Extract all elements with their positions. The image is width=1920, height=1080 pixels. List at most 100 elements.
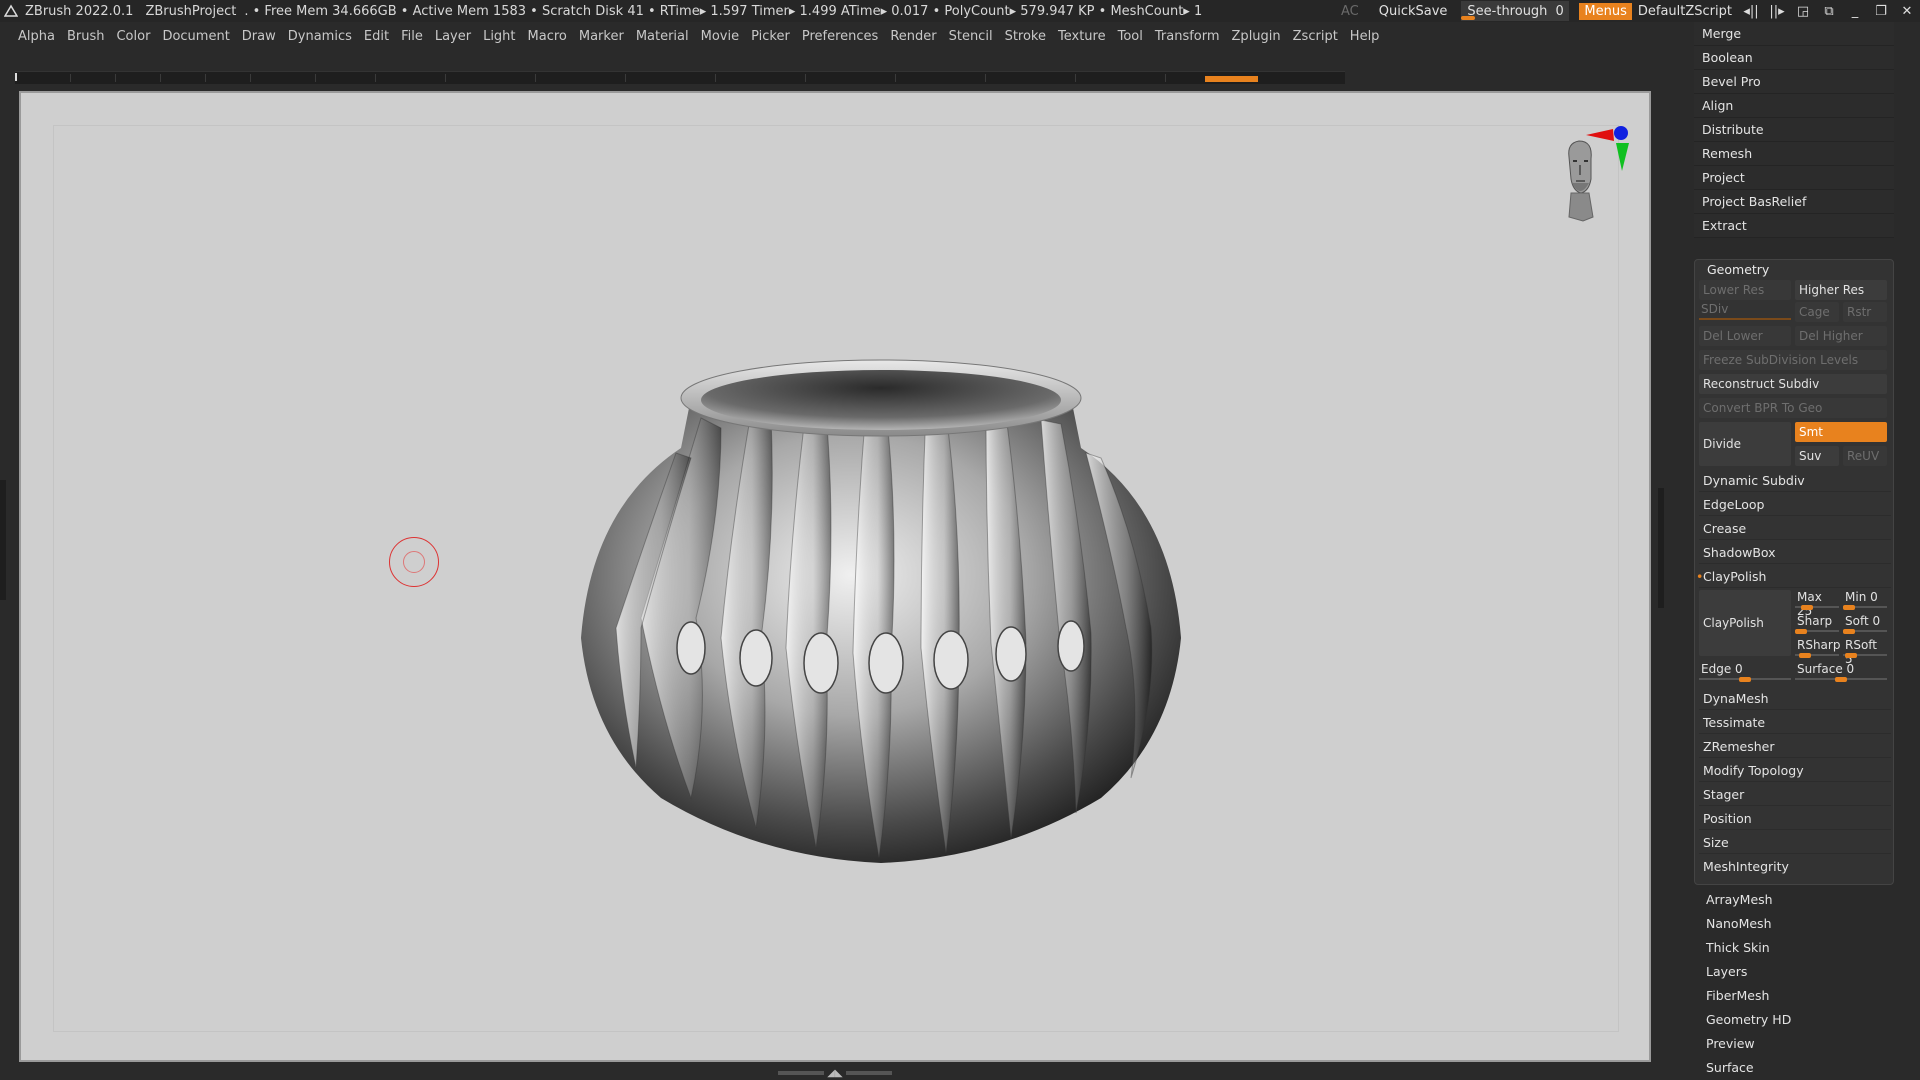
left-dock-handle[interactable] [0,480,6,600]
minimize-icon[interactable]: _ [1842,4,1868,19]
menu-alpha[interactable]: Alpha [18,29,55,44]
subpalette-distribute[interactable]: Distribute [1694,118,1894,142]
sculpted-vase-mesh[interactable] [581,358,1181,878]
min-slider[interactable]: Min 0 [1843,590,1887,610]
divide-button[interactable]: Divide [1699,422,1791,466]
edge-knob[interactable] [1739,677,1751,682]
sdiv-slider[interactable]: SDiv [1699,302,1791,322]
edgeloop-subpalette[interactable]: EdgeLoop [1699,494,1891,516]
soft-slider[interactable]: Soft 0 [1843,614,1887,634]
subpalette-bevel-pro[interactable]: Bevel Pro [1694,70,1894,94]
modify-topology-subpalette[interactable]: Modify Topology [1699,760,1891,782]
quicksave-button[interactable]: QuickSave [1379,4,1448,19]
menu-document[interactable]: Document [162,29,229,44]
menu-transform[interactable]: Transform [1155,29,1220,44]
meshintegrity-subpalette[interactable]: MeshIntegrity [1699,856,1891,878]
menu-marker[interactable]: Marker [579,29,624,44]
position-subpalette[interactable]: Position [1699,808,1891,830]
reconstruct-subdiv-button[interactable]: Reconstruct Subdiv [1699,374,1887,394]
subpalette-remesh[interactable]: Remesh [1694,142,1894,166]
min-knob[interactable] [1843,605,1855,610]
rstr-button[interactable]: Rstr [1843,302,1887,322]
undock-icon[interactable]: ◲ [1790,4,1816,19]
freeze-subdivision-levels-button[interactable]: Freeze SubDivision Levels [1699,350,1887,370]
subpalette-layers[interactable]: Layers [1698,960,1898,984]
head-navigator-icon[interactable] [1568,140,1594,222]
soft-knob[interactable] [1843,629,1855,634]
claypolish-subpalette[interactable]: ClayPolish [1696,566,1891,588]
geometry-title[interactable]: Geometry [1707,262,1769,277]
del-higher-button[interactable]: Del Higher [1795,326,1887,346]
menu-draw[interactable]: Draw [242,29,276,44]
menu-preferences[interactable]: Preferences [802,29,878,44]
dynamesh-subpalette[interactable]: DynaMesh [1699,688,1891,710]
subpalette-thick-skin[interactable]: Thick Skin [1698,936,1898,960]
menu-layer[interactable]: Layer [435,29,471,44]
subpalette-geometry-hd[interactable]: Geometry HD [1698,1008,1898,1032]
subpalette-project[interactable]: Project [1694,166,1894,190]
layout-prev-icon[interactable]: ◂|| [1738,4,1764,19]
menu-dynamics[interactable]: Dynamics [288,29,352,44]
menu-stroke[interactable]: Stroke [1005,29,1046,44]
palette-icon[interactable]: ⧉ [1816,4,1842,19]
default-zscript-button[interactable]: DefaultZScript [1638,4,1732,19]
right-dock-handle[interactable] [1658,488,1664,608]
canvas-viewport[interactable] [19,91,1651,1062]
menu-help[interactable]: Help [1350,29,1380,44]
sharp-slider[interactable]: Sharp [1795,614,1839,634]
navigation-gizmo[interactable] [1521,121,1641,251]
higher-res-button[interactable]: Higher Res [1795,280,1887,300]
smt-toggle[interactable]: Smt [1795,422,1887,442]
menu-light[interactable]: Light [483,29,515,44]
subpalette-nanomesh[interactable]: NanoMesh [1698,912,1898,936]
crease-subpalette[interactable]: Crease [1699,518,1891,540]
layout-next-icon[interactable]: ||▸ [1764,4,1790,19]
menu-stencil[interactable]: Stencil [949,29,993,44]
surface-slider[interactable]: Surface 0 [1795,662,1887,682]
menus-toggle-button[interactable]: Menus [1579,2,1632,20]
shelf-active-indicator[interactable] [1205,76,1258,82]
shadowbox-subpalette[interactable]: ShadowBox [1699,542,1891,564]
menu-file[interactable]: File [401,29,423,44]
menu-zscript[interactable]: Zscript [1293,29,1338,44]
rsoft-knob[interactable] [1845,653,1857,658]
menu-render[interactable]: Render [890,29,936,44]
zremesher-subpalette[interactable]: ZRemesher [1699,736,1891,758]
subpalette-align[interactable]: Align [1694,94,1894,118]
max-knob[interactable] [1801,605,1813,610]
menu-movie[interactable]: Movie [701,29,739,44]
subpalette-fibermesh[interactable]: FiberMesh [1698,984,1898,1008]
del-lower-button[interactable]: Del Lower [1699,326,1791,346]
subpalette-arraymesh[interactable]: ArrayMesh [1698,888,1898,912]
subpalette-merge[interactable]: Merge [1694,22,1894,46]
convert-bpr-button[interactable]: Convert BPR To Geo [1699,398,1887,418]
rsharp-slider[interactable]: RSharp [1795,638,1840,658]
surface-knob[interactable] [1835,677,1847,682]
dynamic-subdiv-subpalette[interactable]: Dynamic Subdiv [1699,470,1891,492]
menu-macro[interactable]: Macro [528,29,567,44]
top-shelf[interactable] [15,71,1345,84]
max-slider[interactable]: Max 25 [1795,590,1839,618]
subpalette-surface[interactable]: Surface [1698,1056,1898,1080]
tessimate-subpalette[interactable]: Tessimate [1699,712,1891,734]
subpalette-preview[interactable]: Preview [1698,1032,1898,1056]
cage-button[interactable]: Cage [1795,302,1839,322]
menu-texture[interactable]: Texture [1058,29,1106,44]
claypolish-button[interactable]: ClayPolish [1699,590,1791,656]
lower-res-button[interactable]: Lower Res [1699,280,1791,300]
subpalette-boolean[interactable]: Boolean [1694,46,1894,70]
axis-gizmo-icon[interactable] [1586,126,1629,171]
bottom-dock-handle[interactable]: ◢◣ [770,1068,900,1079]
menu-color[interactable]: Color [116,29,150,44]
suv-toggle[interactable]: Suv [1795,446,1839,466]
ac-button[interactable]: AC [1341,4,1359,19]
rsoft-slider[interactable]: RSoft 5 [1843,638,1887,666]
menu-tool[interactable]: Tool [1118,29,1143,44]
see-through-slider[interactable]: See-through 0 [1461,1,1570,21]
sharp-knob[interactable] [1795,629,1807,634]
subpalette-extract[interactable]: Extract [1694,214,1894,238]
edge-slider[interactable]: Edge 0 [1699,662,1791,682]
stager-subpalette[interactable]: Stager [1699,784,1891,806]
menu-edit[interactable]: Edit [364,29,389,44]
menu-brush[interactable]: Brush [67,29,105,44]
